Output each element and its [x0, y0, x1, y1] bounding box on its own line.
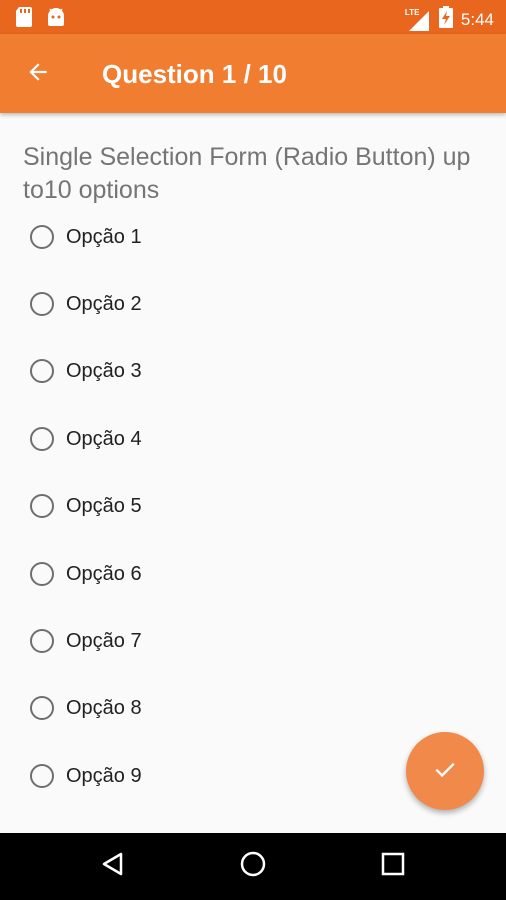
radio-button[interactable] — [30, 696, 54, 720]
radio-button[interactable] — [30, 427, 54, 451]
nav-home-button[interactable] — [236, 849, 270, 883]
radio-option-8[interactable]: Opção 8 — [30, 688, 142, 728]
radio-button[interactable] — [30, 764, 54, 788]
radio-option-5[interactable]: Opção 5 — [30, 486, 142, 526]
arrow-left-icon — [25, 59, 51, 90]
option-label: Opção 9 — [66, 765, 142, 787]
option-label: Opção 7 — [66, 630, 142, 652]
battery-charging-icon — [438, 6, 453, 33]
check-icon — [431, 755, 459, 788]
option-label: Opção 8 — [66, 697, 142, 719]
back-button[interactable] — [20, 56, 56, 92]
radio-option-3[interactable]: Opção 3 — [30, 351, 142, 391]
radio-button[interactable] — [30, 292, 54, 316]
radio-option-6[interactable]: Opção 6 — [30, 554, 142, 594]
radio-button[interactable] — [30, 225, 54, 249]
radio-option-7[interactable]: Opção 7 — [30, 621, 142, 661]
question-content: Single Selection Form (Radio Button) up … — [0, 113, 506, 833]
radio-option-9[interactable]: Opção 9 — [30, 756, 142, 796]
question-text: Single Selection Form (Radio Button) up … — [23, 143, 471, 204]
signal-icon: LTE — [405, 8, 431, 31]
nav-back-button[interactable] — [96, 849, 130, 883]
radio-option-2[interactable]: Opção 2 — [30, 284, 142, 324]
option-label: Opção 2 — [66, 293, 142, 315]
nav-recents-button[interactable] — [376, 849, 410, 883]
recents-square-icon — [381, 852, 405, 881]
radio-option-4[interactable]: Opção 4 — [30, 419, 142, 459]
radio-button[interactable] — [30, 562, 54, 586]
status-left-icons — [16, 7, 66, 32]
android-icon — [46, 8, 66, 31]
sd-card-icon — [16, 7, 32, 32]
option-label: Opção 4 — [66, 428, 142, 450]
app-bar: Question 1 / 10 — [0, 34, 506, 113]
status-time: 5:44 — [460, 9, 494, 29]
option-label: Opção 3 — [66, 360, 142, 382]
option-label: Opção 6 — [66, 563, 142, 585]
submit-fab-button[interactable] — [406, 732, 484, 810]
radio-button[interactable] — [30, 359, 54, 383]
back-triangle-icon — [100, 851, 126, 882]
radio-option-1[interactable]: Opção 1 — [30, 217, 142, 257]
option-label: Opção 1 — [66, 226, 142, 248]
radio-button[interactable] — [30, 629, 54, 653]
status-bar: LTE 5:44 — [0, 0, 506, 34]
page-title: Question 1 / 10 — [102, 59, 287, 89]
radio-button[interactable] — [30, 494, 54, 518]
navigation-bar — [0, 833, 506, 900]
option-label: Opção 5 — [66, 495, 142, 517]
home-circle-icon — [239, 850, 267, 883]
status-right-icons: LTE 5:44 — [405, 6, 494, 33]
